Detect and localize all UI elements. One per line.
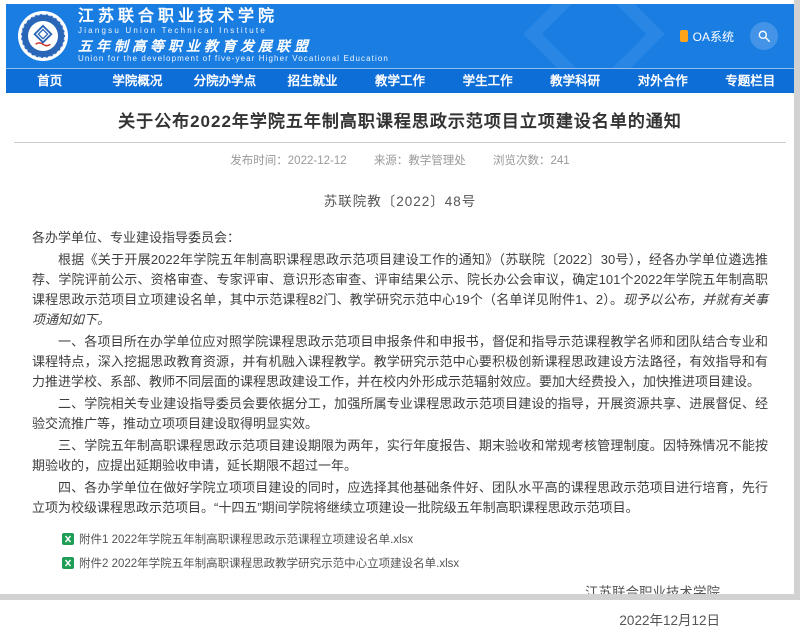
nav-item-student-work[interactable]: 学生工作 xyxy=(444,69,532,93)
source-label: 来源： xyxy=(374,155,409,167)
meta-publish: 发布时间：2022-12-12 xyxy=(230,155,346,167)
site-header: 江苏联合职业技术学院 Jiangsu Union Technical Insti… xyxy=(6,4,794,68)
paragraph-4: 四、各办学单位在做好学院立项项目建设的同时，应选择其他基础条件好、团队水平高的课… xyxy=(32,478,768,518)
nav-item-research[interactable]: 教学科研 xyxy=(531,69,619,93)
excel-file-icon xyxy=(62,533,74,545)
attachment-link-1[interactable]: 附件1 2022年学院五年制高职课程思政示范课程立项建设名单.xlsx xyxy=(62,531,768,547)
nav-item-teaching[interactable]: 教学工作 xyxy=(356,69,444,93)
nav-item-home[interactable]: 首页 xyxy=(6,69,94,93)
page: 江苏联合职业技术学院 Jiangsu Union Technical Insti… xyxy=(6,4,794,594)
nav-item-branches[interactable]: 分院办学点 xyxy=(181,69,269,93)
window-edge-bottom xyxy=(0,594,800,600)
page-title: 关于公布2022年学院五年制高职课程思政示范项目立项建设名单的通知 xyxy=(32,107,768,132)
brand-block: 江苏联合职业技术学院 Jiangsu Union Technical Insti… xyxy=(78,9,389,63)
union-name-en: Union for the development of five-year H… xyxy=(78,55,389,63)
article-meta: 发布时间：2022-12-12 来源：教学管理处 浏览次数：241 xyxy=(32,152,768,168)
search-button[interactable] xyxy=(750,22,778,50)
header-right: OA系统 xyxy=(680,22,778,50)
signature-date: 2022年12月12日 xyxy=(32,609,720,629)
title-divider xyxy=(14,142,786,143)
attachment-label-2: 附件2 2022年学院五年制高职课程思政教学研究示范中心立项建设名单.xlsx xyxy=(79,555,459,571)
oa-system-label: OA系统 xyxy=(693,28,734,45)
paragraph-2: 二、学院相关专业建设指导委员会要依据分工，加强所属专业课程思政示范项目建设的指导… xyxy=(32,394,768,434)
institute-name-en: Jiangsu Union Technical Institute xyxy=(78,27,389,35)
attachment-label-1: 附件1 2022年学院五年制高职课程思政示范课程立项建设名单.xlsx xyxy=(79,531,413,547)
main-nav: 首页 学院概况 分院办学点 招生就业 教学工作 学生工作 教学科研 对外合作 专… xyxy=(6,68,794,93)
oa-system-link[interactable]: OA系统 xyxy=(680,28,734,45)
excel-file-icon xyxy=(62,557,74,569)
meta-views: 浏览次数：241 xyxy=(493,155,570,167)
logo-diamond-icon xyxy=(31,24,55,48)
search-icon xyxy=(757,29,771,43)
publish-label: 发布时间： xyxy=(230,155,288,167)
article-content: 关于公布2022年学院五年制高职课程思政示范项目立项建设名单的通知 发布时间：2… xyxy=(6,107,794,629)
union-name-cn: 五年制高等职业教育发展联盟 xyxy=(78,39,389,53)
nav-item-admissions[interactable]: 招生就业 xyxy=(269,69,357,93)
attachments: 附件1 2022年学院五年制高职课程思政示范课程立项建设名单.xlsx 附件2 … xyxy=(32,531,768,571)
intro-paragraph: 根据《关于开展2022年学院五年制高职课程思政示范项目建设工作的通知》（苏联院〔… xyxy=(32,250,768,330)
logo-ring xyxy=(21,14,65,58)
source-value: 教学管理处 xyxy=(408,155,466,167)
nav-item-overview[interactable]: 学院概况 xyxy=(94,69,182,93)
views-value: 241 xyxy=(551,155,570,167)
attachment-link-2[interactable]: 附件2 2022年学院五年制高职课程思政教学研究示范中心立项建设名单.xlsx xyxy=(62,555,768,571)
institute-name-cn: 江苏联合职业技术学院 xyxy=(78,9,389,25)
paragraph-1: 一、各项目所在办学单位应对照学院课程思政示范项目申报条件和申报书，督促和指导示范… xyxy=(32,332,768,392)
oa-badge-icon xyxy=(680,30,688,42)
views-label: 浏览次数： xyxy=(493,155,551,167)
salutation: 各办学单位、专业建设指导委员会： xyxy=(32,228,768,248)
logo-core xyxy=(28,21,58,51)
meta-source: 来源：教学管理处 xyxy=(374,155,466,167)
window-edge-right xyxy=(794,0,800,600)
paragraph-3: 三、学院五年制高职课程思政示范项目建设期限为两年，实行年度报告、期末验收和常规考… xyxy=(32,436,768,476)
watermark-logo-shape xyxy=(523,4,664,68)
nav-item-special[interactable]: 专题栏目 xyxy=(707,69,795,93)
institute-logo[interactable] xyxy=(18,11,68,61)
document-number: 苏联院教〔2022〕48号 xyxy=(32,190,768,210)
signature-block: 江苏联合职业技术学院 2022年12月12日 xyxy=(32,581,768,629)
publish-value: 2022-12-12 xyxy=(288,155,347,167)
nav-item-cooperation[interactable]: 对外合作 xyxy=(619,69,707,93)
document-body: 各办学单位、专业建设指导委员会： 根据《关于开展2022年学院五年制高职课程思政… xyxy=(32,228,768,518)
